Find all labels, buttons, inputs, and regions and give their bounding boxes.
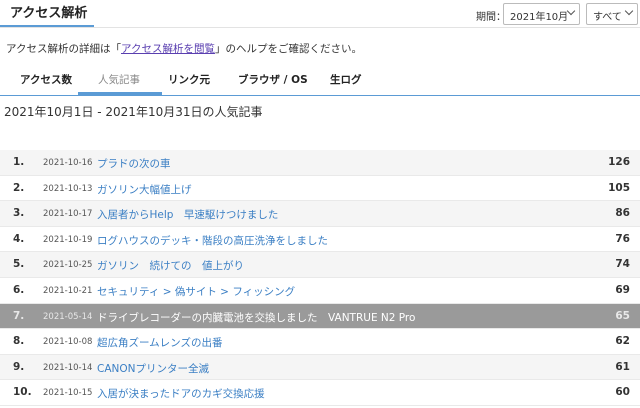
row-title-link[interactable]: ガソリン 続けての 値上がり — [97, 258, 244, 273]
tab-referrers[interactable]: リンク元 — [168, 72, 210, 87]
row-rank: 10. — [13, 386, 32, 399]
chevron-down-icon — [624, 6, 634, 16]
table-row: 6. 2021-10-21 セキュリティ > 偽サイト > フィッシング 69 — [0, 278, 640, 304]
row-rank: 9. — [13, 360, 25, 373]
table-row: 1. 2021-10-16 プラドの次の車 126 — [0, 150, 640, 176]
filter-select-value: すべて — [593, 12, 622, 23]
help-prefix: アクセス解析の詳細は「 — [6, 43, 121, 55]
row-date: 2021-05-14 — [43, 311, 93, 322]
header: アクセス解析 期間： 2021年10月 すべて — [0, 0, 640, 28]
row-views: 105 — [608, 181, 630, 194]
row-rank: 3. — [13, 207, 25, 220]
row-rank: 1. — [13, 156, 25, 168]
range-title: 2021年10月1日 - 2021年10月31日の人気記事 — [4, 105, 263, 119]
row-date: 2021-10-13 — [43, 183, 93, 194]
tab-bar: アクセス数 人気記事 リンク元 ブラウザ / OS 生ログ — [0, 66, 640, 96]
row-title-link[interactable]: ログハウスのデッキ・階段の高圧洗浄をしました — [97, 233, 328, 248]
month-select[interactable]: 2021年10月 — [503, 3, 580, 25]
row-title-link[interactable]: 入居者からHelp 早速駆けつけました — [97, 207, 278, 222]
row-date: 2021-10-14 — [43, 362, 93, 373]
row-rank: 8. — [13, 335, 25, 348]
help-link[interactable]: アクセス解析を閲覧 — [121, 43, 215, 55]
row-rank: 7. — [13, 309, 25, 322]
row-rank: 4. — [13, 232, 25, 245]
table-row: 10. 2021-10-15 入居が決まったドアのカギ交換応援 60 — [0, 380, 640, 406]
help-suffix: 」のヘルプをご確認ください。 — [214, 43, 362, 55]
row-views: 74 — [615, 258, 630, 271]
row-date: 2021-10-08 — [43, 337, 93, 348]
row-title-link[interactable]: 入居が決まったドアのカギ交換応援 — [97, 386, 265, 401]
row-title-link[interactable]: ガソリン大幅値上げ — [97, 182, 192, 197]
row-views: 86 — [615, 207, 630, 220]
row-rank: 6. — [13, 283, 25, 296]
row-title-link[interactable]: セキュリティ > 偽サイト > フィッシング — [97, 284, 295, 299]
page-title: アクセス解析 — [10, 6, 88, 21]
row-title-link[interactable]: プラドの次の車 — [97, 156, 171, 171]
row-rank: 2. — [13, 181, 25, 194]
row-date: 2021-10-15 — [43, 388, 93, 399]
row-title-link[interactable]: CANONプリンター全滅 — [97, 361, 209, 376]
table-row: 5. 2021-10-25 ガソリン 続けての 値上がり 74 — [0, 252, 640, 278]
table-row: 2. 2021-10-13 ガソリン大幅値上げ 105 — [0, 176, 640, 202]
row-title-link[interactable]: 超広角ズームレンズの出番 — [97, 335, 222, 350]
row-views: 69 — [615, 283, 630, 296]
help-text: アクセス解析の詳細は「アクセス解析を閲覧」のヘルプをご確認ください。 — [6, 41, 362, 56]
period-label: 期間： — [476, 12, 506, 23]
table-row: 8. 2021-10-08 超広角ズームレンズの出番 62 — [0, 329, 640, 355]
row-date: 2021-10-16 — [43, 158, 93, 168]
row-views: 62 — [615, 335, 630, 348]
filter-select[interactable]: すべて — [586, 3, 638, 25]
row-date: 2021-10-25 — [43, 260, 93, 271]
row-views: 60 — [615, 386, 630, 399]
row-views: 61 — [615, 360, 630, 373]
tab-raw-log[interactable]: 生ログ — [330, 72, 362, 87]
row-date: 2021-10-17 — [43, 209, 93, 220]
tab-browser-os[interactable]: ブラウザ / OS — [238, 72, 308, 87]
row-date: 2021-10-21 — [43, 285, 93, 296]
row-views: 76 — [615, 232, 630, 245]
table-row: 3. 2021-10-17 入居者からHelp 早速駆けつけました 86 — [0, 201, 640, 227]
tab-access-count[interactable]: アクセス数 — [20, 72, 72, 87]
table-row-selected: 7. 2021-05-14 ドライブレコーダーの内臓電池を交換しました VANT… — [0, 303, 640, 330]
header-divider — [0, 27, 640, 28]
popular-articles-table: 1. 2021-10-16 プラドの次の車 126 2. 2021-10-13 … — [0, 150, 640, 406]
row-rank: 5. — [13, 258, 25, 271]
tab-popular-articles[interactable]: 人気記事 — [98, 72, 140, 87]
row-date: 2021-10-19 — [43, 234, 93, 245]
table-row: 4. 2021-10-19 ログハウスのデッキ・階段の高圧洗浄をしました 76 — [0, 227, 640, 253]
table-row: 9. 2021-10-14 CANONプリンター全滅 61 — [0, 354, 640, 381]
active-tab-indicator — [78, 92, 162, 95]
row-title-link[interactable]: ドライブレコーダーの内臓電池を交換しました VANTRUE N2 Pro — [97, 310, 415, 325]
month-select-value: 2021年10月 — [510, 12, 569, 23]
row-views: 65 — [615, 309, 630, 322]
row-views: 126 — [608, 156, 630, 168]
